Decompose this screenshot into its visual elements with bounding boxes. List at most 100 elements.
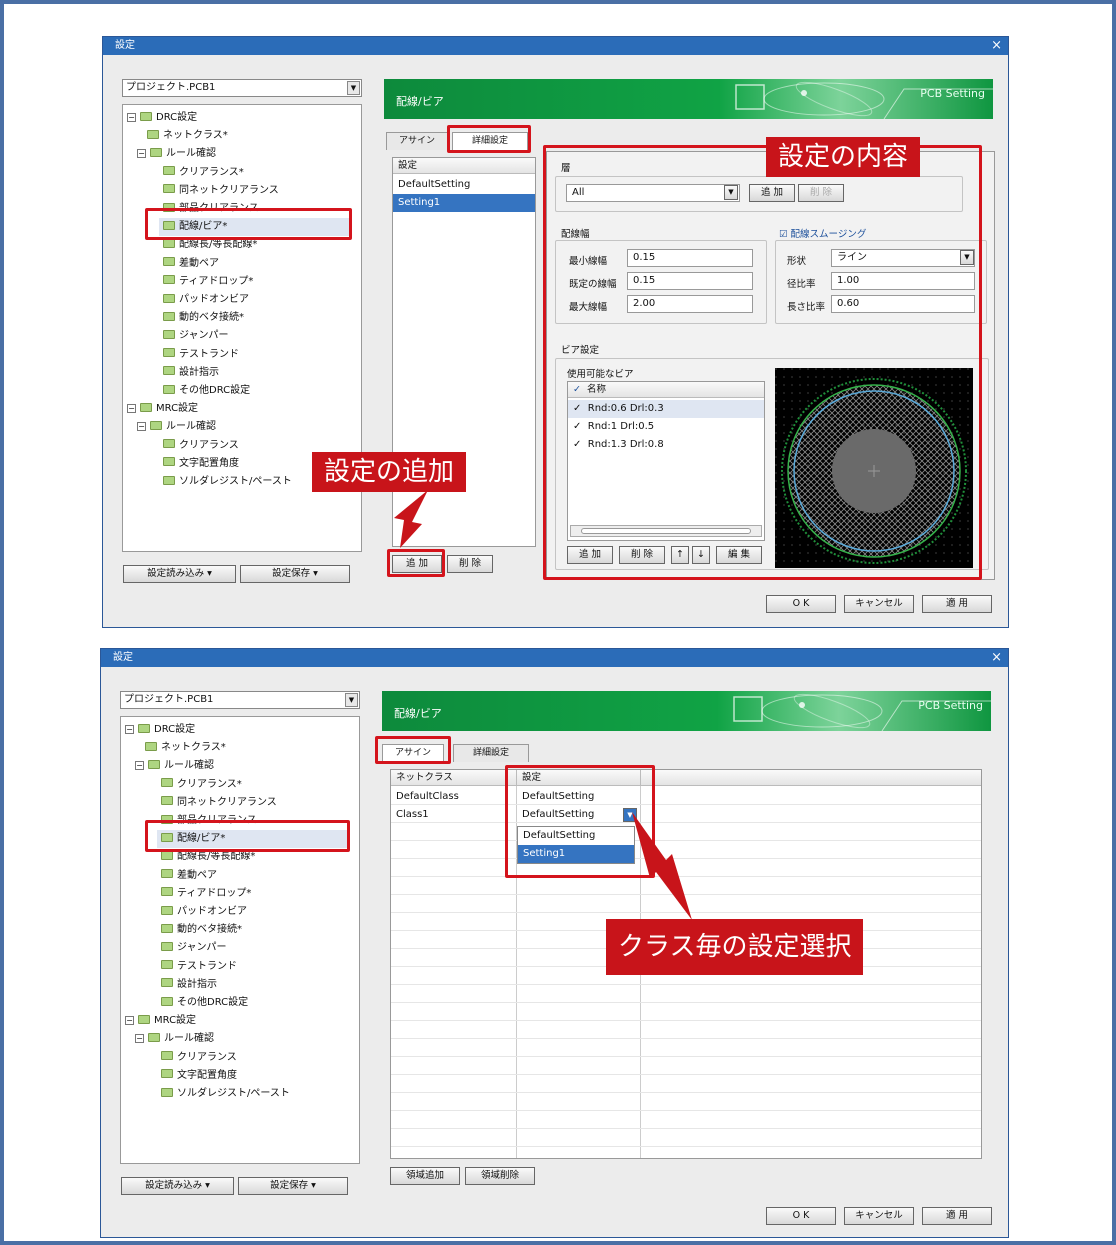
save-settings-button[interactable]: 設定保存 ▾ bbox=[238, 1177, 348, 1195]
chevron-down-icon[interactable]: ▼ bbox=[347, 81, 360, 95]
tree-item[interactable]: 同ネットクリアランス bbox=[163, 182, 279, 200]
tree-item[interactable]: その他DRC設定 bbox=[163, 382, 250, 400]
ok-button[interactable]: O K bbox=[766, 1207, 836, 1225]
close-icon[interactable]: × bbox=[991, 37, 1002, 55]
tree-item[interactable]: パッドオンビア bbox=[163, 291, 249, 309]
collapse-icon[interactable]: − bbox=[135, 1033, 144, 1043]
tree-item[interactable]: 差動ペア bbox=[163, 255, 219, 273]
banner-subtitle: PCB Setting bbox=[920, 87, 985, 100]
table-row-netclass[interactable]: DefaultClass bbox=[391, 788, 515, 806]
tree-item[interactable]: クリアランス bbox=[163, 437, 239, 455]
area-delete-button[interactable]: 領域削除 bbox=[465, 1167, 535, 1185]
collapse-icon[interactable]: − bbox=[135, 760, 144, 770]
tree-item[interactable]: − ルール確認 bbox=[137, 418, 216, 436]
tree-item[interactable]: 動的ベタ接続* bbox=[161, 921, 242, 939]
cancel-button[interactable]: キャンセル bbox=[844, 1207, 914, 1225]
tree-item-label: 設計指示 bbox=[177, 978, 217, 990]
tree-item[interactable]: − ルール確認 bbox=[135, 757, 214, 775]
collapse-icon[interactable]: − bbox=[125, 724, 134, 734]
tree-item[interactable]: 文字配置角度 bbox=[163, 455, 239, 473]
tree-item[interactable]: 同ネットクリアランス bbox=[161, 794, 277, 812]
folder-icon bbox=[161, 850, 173, 860]
tree-item[interactable]: 設計指示 bbox=[161, 976, 217, 994]
tree-item[interactable]: − DRC設定 bbox=[127, 109, 197, 127]
tree-item[interactable]: ティアドロップ* bbox=[161, 885, 251, 903]
banner-subtitle: PCB Setting bbox=[918, 699, 983, 712]
tree-item[interactable]: その他DRC設定 bbox=[161, 994, 248, 1012]
tree-item[interactable]: ジャンパー bbox=[163, 327, 229, 345]
tree-item[interactable]: − DRC設定 bbox=[125, 721, 195, 739]
table-row-netclass[interactable]: Class1 bbox=[391, 806, 515, 824]
tree-item[interactable]: クリアランス* bbox=[161, 776, 242, 794]
collapse-icon[interactable]: − bbox=[127, 403, 136, 413]
tab-detail[interactable]: 詳細設定 bbox=[453, 744, 529, 762]
grid-line bbox=[391, 1056, 981, 1057]
tree-item[interactable]: テストランド bbox=[163, 346, 239, 364]
list-item-selected[interactable]: Setting1 bbox=[393, 194, 535, 212]
tree-item-label: 配線長/等長配線* bbox=[177, 851, 256, 863]
folder-icon bbox=[161, 778, 173, 788]
cancel-button[interactable]: キャンセル bbox=[844, 595, 914, 613]
tree-item[interactable]: − MRC設定 bbox=[127, 400, 198, 418]
tree-item-label: クリアランス* bbox=[177, 778, 242, 790]
tree-item-label: パッドオンビア bbox=[179, 294, 249, 305]
tree-item[interactable]: ティアドロップ* bbox=[163, 273, 253, 291]
tree-item-label: パッドオンビア bbox=[177, 906, 247, 917]
tree-item-label: ジャンパー bbox=[179, 330, 229, 342]
list-item[interactable]: DefaultSetting bbox=[393, 176, 535, 194]
collapse-icon[interactable]: − bbox=[125, 1015, 134, 1025]
tree-item[interactable]: 動的ベタ接続* bbox=[163, 309, 244, 327]
tree-item[interactable]: ネットクラス* bbox=[147, 127, 228, 145]
col-empty-header bbox=[641, 770, 981, 786]
tree-item-label: ソルダレジスト/ペースト bbox=[179, 476, 292, 487]
tree-item[interactable]: クリアランス* bbox=[163, 164, 244, 182]
tree-item[interactable]: 設計指示 bbox=[163, 364, 219, 382]
area-add-button[interactable]: 領域追加 bbox=[390, 1167, 460, 1185]
delete-setting-button[interactable]: 削 除 bbox=[447, 555, 493, 573]
settings-tree[interactable]: − DRC設定 ネットクラス* − ルール確認 クリアランス* 同ネットクリアランス 部品クリ… bbox=[120, 716, 360, 1164]
tree-item[interactable]: ソルダレジスト/ペースト bbox=[163, 473, 292, 491]
tree-item[interactable]: 差動ペア bbox=[161, 867, 217, 885]
tree-item[interactable]: パッドオンビア bbox=[161, 903, 247, 921]
tree-item[interactable]: ジャンパー bbox=[161, 939, 227, 957]
folder-icon bbox=[150, 147, 162, 157]
tree-item[interactable]: − MRC設定 bbox=[125, 1012, 196, 1030]
load-settings-button[interactable]: 設定読み込み ▾ bbox=[121, 1177, 234, 1195]
folder-icon bbox=[161, 796, 173, 806]
tree-item[interactable]: − ルール確認 bbox=[135, 1030, 214, 1048]
grid-line bbox=[391, 1146, 981, 1147]
tree-item[interactable]: ネットクラス* bbox=[145, 739, 226, 757]
collapse-icon[interactable]: − bbox=[127, 112, 136, 122]
apply-button[interactable]: 適 用 bbox=[922, 1207, 992, 1225]
collapse-icon[interactable]: − bbox=[137, 148, 146, 158]
apply-button[interactable]: 適 用 bbox=[922, 595, 992, 613]
tree-item[interactable]: − ルール確認 bbox=[137, 145, 216, 163]
load-settings-button[interactable]: 設定読み込み ▾ bbox=[123, 565, 236, 583]
tree-item-label: クリアランス bbox=[179, 439, 239, 451]
tree-item-label: その他DRC設定 bbox=[179, 385, 251, 396]
chevron-down-icon[interactable]: ▼ bbox=[345, 693, 358, 707]
tree-item[interactable]: テストランド bbox=[161, 958, 237, 976]
project-select[interactable]: プロジェクト.PCB1 ▼ bbox=[122, 79, 362, 97]
tree-item-label: DRC設定 bbox=[156, 112, 198, 123]
grid-line bbox=[391, 1110, 981, 1111]
folder-icon bbox=[161, 941, 173, 951]
tree-item-label: その他DRC設定 bbox=[177, 997, 249, 1008]
tree-item-label: ネットクラス* bbox=[161, 742, 226, 754]
tab-assign[interactable]: アサイン bbox=[386, 132, 448, 150]
highlight-assign-tab bbox=[375, 736, 451, 764]
tree-item[interactable]: 文字配置角度 bbox=[161, 1067, 237, 1085]
project-select[interactable]: プロジェクト.PCB1 ▼ bbox=[120, 691, 360, 709]
ok-button[interactable]: O K bbox=[766, 595, 836, 613]
header-banner: 配線/ビア PCB Setting bbox=[384, 79, 993, 119]
grid-line bbox=[391, 984, 981, 985]
tree-item[interactable]: クリアランス bbox=[161, 1049, 237, 1067]
save-settings-button[interactable]: 設定保存 ▾ bbox=[240, 565, 350, 583]
folder-icon bbox=[140, 111, 152, 121]
collapse-icon[interactable]: − bbox=[137, 421, 146, 431]
tree-item-label: 同ネットクリアランス bbox=[177, 796, 277, 808]
close-icon[interactable]: × bbox=[991, 649, 1002, 667]
tree-item[interactable]: ソルダレジスト/ペースト bbox=[161, 1085, 290, 1103]
folder-icon bbox=[161, 887, 173, 897]
grid-line bbox=[391, 1074, 981, 1075]
